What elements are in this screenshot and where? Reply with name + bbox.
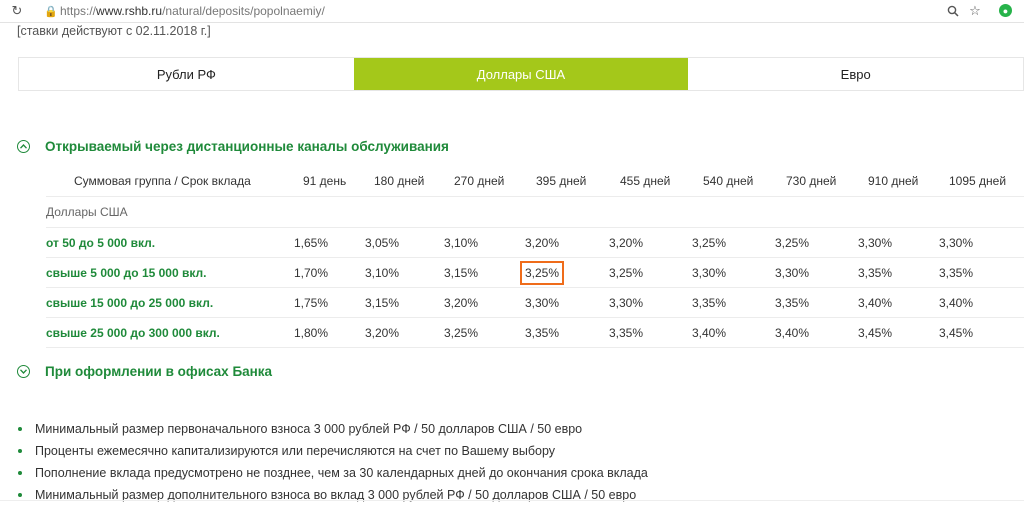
header-term: 91 день — [303, 174, 347, 188]
reload-icon[interactable]: ↻ — [8, 2, 26, 20]
rates-effective-note: [ставки действуют с 02.11.2018 г.] — [17, 24, 211, 38]
rate-cell: 3,30% — [939, 235, 974, 250]
tab-eur[interactable]: Евро — [688, 58, 1024, 90]
header-term: 395 дней — [536, 174, 587, 188]
chevron-down-icon[interactable] — [17, 365, 30, 378]
header-amount-term: Суммовая группа / Срок вклада — [74, 174, 251, 188]
rate-cell: 3,10% — [444, 235, 479, 250]
rate-cell: 3,35% — [525, 325, 560, 340]
rate-cell: 3,15% — [444, 265, 479, 280]
rate-cell: 3,30% — [858, 235, 893, 250]
list-item: Минимальный размер первоначального взнос… — [18, 418, 648, 440]
rate-cell: 3,20% — [365, 325, 400, 340]
table-row: свыше 15 000 до 25 000 вкл. 1,75% 3,15% … — [46, 288, 1024, 318]
rate-cell: 3,25% — [775, 235, 810, 250]
rate-cell: 3,45% — [858, 325, 893, 340]
amount-group-label: от 50 до 5 000 вкл. — [46, 235, 156, 250]
header-term: 180 дней — [374, 174, 425, 188]
list-item: Минимальный размер дополнительного взнос… — [18, 484, 648, 506]
browser-toolbar: ↻ 🔒 https://www.rshb.ru/natural/deposits… — [0, 0, 1024, 23]
section-office-title: При оформлении в офисах Банка — [45, 364, 273, 379]
rate-cell: 3,10% — [365, 265, 400, 280]
rate-cell: 1,70% — [294, 265, 329, 280]
lock-icon[interactable]: 🔒 — [42, 2, 60, 20]
highlighted-rate: 3,25% — [519, 260, 565, 285]
bullet-icon — [18, 427, 22, 431]
rate-cell: 1,75% — [294, 295, 329, 310]
tab-usd[interactable]: Доллары США — [353, 58, 689, 90]
list-item: Пополнение вклада предусмотрено не поздн… — [18, 462, 648, 484]
rate-cell: 3,35% — [858, 265, 893, 280]
url-host: www.rshb.ru — [96, 4, 163, 18]
bookmark-star-icon[interactable]: ☆ — [966, 2, 984, 20]
bullet-icon — [18, 449, 22, 453]
rate-cell: 3,30% — [525, 295, 560, 310]
currency-tabs: Рубли РФ Доллары США Евро — [18, 57, 1024, 91]
rate-cell: 3,40% — [775, 325, 810, 340]
rate-cell: 3,40% — [692, 325, 727, 340]
list-item-text: Проценты ежемесячно капитализируются или… — [35, 444, 556, 458]
extension-icon[interactable]: ● — [999, 4, 1012, 17]
table-row: от 50 до 5 000 вкл. 1,65% 3,05% 3,10% 3,… — [46, 228, 1024, 258]
rate-cell: 3,15% — [365, 295, 400, 310]
rate-cell-highlighted: 3,25% — [519, 258, 565, 287]
rate-cell: 3,35% — [775, 295, 810, 310]
rate-cell: 3,30% — [692, 265, 727, 280]
rate-cell: 3,35% — [692, 295, 727, 310]
rate-cell: 3,40% — [939, 295, 974, 310]
rates-table: Суммовая группа / Срок вклада 91 день 18… — [46, 166, 1024, 348]
bullet-icon — [18, 471, 22, 475]
rate-cell: 3,45% — [939, 325, 974, 340]
rate-cell: 3,35% — [939, 265, 974, 280]
table-row: свыше 5 000 до 15 000 вкл. 1,70% 3,10% 3… — [46, 258, 1024, 288]
rate-cell: 3,20% — [609, 235, 644, 250]
rate-cell: 3,30% — [609, 295, 644, 310]
header-term: 910 дней — [868, 174, 919, 188]
url-scheme: https:// — [60, 4, 97, 18]
tab-rub[interactable]: Рубли РФ — [19, 58, 354, 90]
rate-cell: 3,25% — [609, 265, 644, 280]
header-term: 1095 дней — [949, 174, 1007, 188]
list-item: Проценты ежемесячно капитализируются или… — [18, 440, 648, 462]
amount-group-label: свыше 5 000 до 15 000 вкл. — [46, 265, 207, 280]
rate-cell: 3,25% — [444, 325, 479, 340]
url-path: /natural/deposits/popolnaemiy/ — [162, 4, 325, 18]
rate-cell: 3,40% — [858, 295, 893, 310]
table-header-row: Суммовая группа / Срок вклада 91 день 18… — [46, 166, 1024, 197]
section-office-header[interactable]: При оформлении в офисах Банка — [17, 364, 272, 379]
rate-cell: 3,35% — [609, 325, 644, 340]
header-term: 455 дней — [620, 174, 671, 188]
list-item-text: Минимальный размер первоначального взнос… — [35, 422, 583, 436]
zoom-icon[interactable] — [944, 2, 962, 20]
rate-cell: 3,20% — [525, 235, 560, 250]
amount-group-label: свыше 25 000 до 300 000 вкл. — [46, 325, 220, 340]
rate-cell: 1,80% — [294, 325, 329, 340]
header-term: 730 дней — [786, 174, 837, 188]
currency-group-row: Доллары США — [46, 197, 1024, 228]
rate-cell: 3,05% — [365, 235, 400, 250]
rate-cell: 3,30% — [775, 265, 810, 280]
amount-group-label: свыше 15 000 до 25 000 вкл. — [46, 295, 214, 310]
currency-group-label: Доллары США — [46, 205, 128, 219]
section-remote-header[interactable]: Открываемый через дистанционные каналы о… — [17, 139, 449, 154]
section-remote-title: Открываемый через дистанционные каналы о… — [45, 139, 449, 154]
list-item-text: Пополнение вклада предусмотрено не поздн… — [35, 466, 648, 480]
header-term: 540 дней — [703, 174, 754, 188]
table-row: свыше 25 000 до 300 000 вкл. 1,80% 3,20%… — [46, 318, 1024, 348]
bullet-icon — [18, 493, 22, 497]
rate-cell: 3,25% — [692, 235, 727, 250]
header-term: 270 дней — [454, 174, 505, 188]
chevron-up-icon[interactable] — [17, 140, 30, 153]
rate-cell: 3,20% — [444, 295, 479, 310]
address-bar[interactable]: https://www.rshb.ru/natural/deposits/pop… — [60, 4, 325, 18]
deposit-conditions-list: Минимальный размер первоначального взнос… — [18, 418, 648, 506]
rate-cell: 1,65% — [294, 235, 329, 250]
divider — [0, 500, 1024, 501]
